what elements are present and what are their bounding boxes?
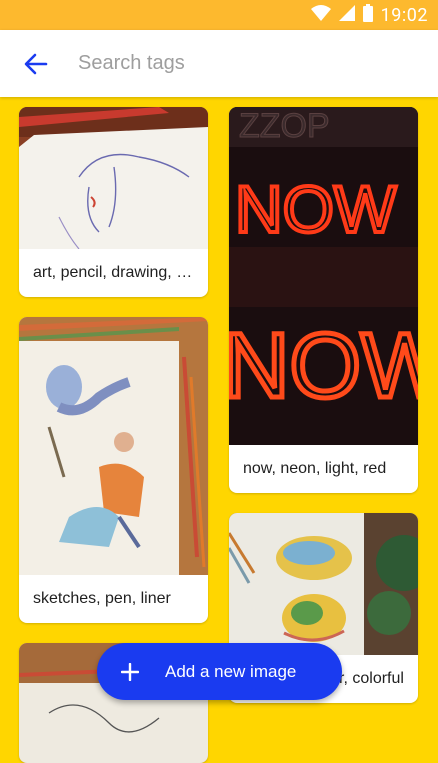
search-input[interactable] [76, 51, 400, 76]
search-bar [0, 30, 438, 97]
card-caption: now, neon, light, red [243, 460, 387, 477]
card-image [229, 513, 418, 655]
card-image: ZZOP NOW NOW [229, 107, 418, 445]
back-arrow-icon[interactable] [22, 50, 50, 78]
status-bar: 19:02 [0, 0, 438, 30]
svg-text:NOW: NOW [235, 172, 397, 246]
svg-text:ZZOP: ZZOP [239, 107, 330, 145]
signal-icon [338, 5, 355, 25]
card-image [19, 317, 208, 575]
wifi-icon [310, 5, 331, 25]
add-image-button[interactable]: Add a new image [97, 643, 342, 700]
status-time: 19:02 [380, 4, 428, 26]
card-image [19, 107, 208, 249]
image-card[interactable]: art, pencil, drawing, sketch [19, 107, 208, 297]
image-card[interactable]: ZZOP NOW NOW now, neon, light, red [229, 107, 418, 493]
card-caption: sketches, pen, liner [33, 590, 171, 607]
plus-icon [120, 662, 140, 681]
card-caption: art, pencil, drawing, sketch [33, 264, 198, 281]
svg-text:NOW: NOW [229, 315, 418, 417]
image-card[interactable]: sketches, pen, liner [19, 317, 208, 623]
battery-icon [362, 4, 373, 26]
add-image-label: Add a new image [165, 661, 297, 681]
